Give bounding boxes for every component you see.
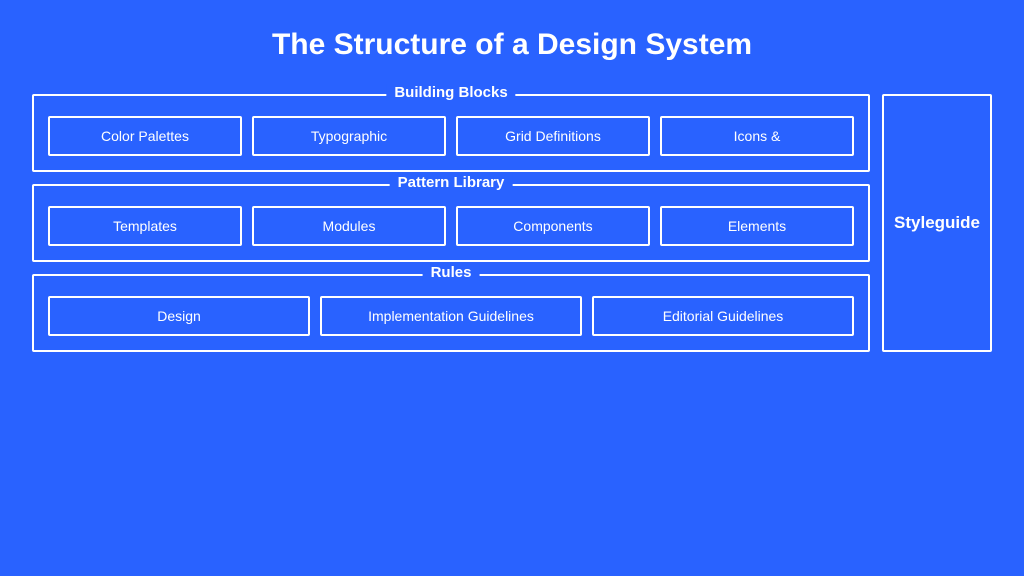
pattern-library-label: Pattern Library [390, 174, 513, 191]
design-item: Design [48, 296, 310, 336]
slide: The Structure of a Design System Buildin… [32, 28, 992, 548]
templates-item: Templates [48, 206, 242, 246]
rules-label: Rules [423, 264, 480, 281]
pattern-library-section: Pattern Library Templates Modules Compon… [32, 184, 870, 262]
building-blocks-label: Building Blocks [386, 84, 515, 101]
components-item: Components [456, 206, 650, 246]
main-title: The Structure of a Design System [272, 28, 752, 62]
content-area: Building Blocks Color Palettes Typograph… [32, 94, 992, 352]
icons-item: Icons & [660, 116, 854, 156]
typographic-item: Typographic [252, 116, 446, 156]
rules-items: Design Implementation Guidelines Editori… [48, 296, 854, 336]
rules-section: Rules Design Implementation Guidelines E… [32, 274, 870, 352]
editorial-guidelines-item: Editorial Guidelines [592, 296, 854, 336]
left-column: Building Blocks Color Palettes Typograph… [32, 94, 870, 352]
building-blocks-section: Building Blocks Color Palettes Typograph… [32, 94, 870, 172]
modules-item: Modules [252, 206, 446, 246]
implementation-guidelines-item: Implementation Guidelines [320, 296, 582, 336]
styleguide-label: Styleguide [894, 213, 980, 233]
pattern-library-items: Templates Modules Components Elements [48, 206, 854, 246]
grid-definitions-item: Grid Definitions [456, 116, 650, 156]
elements-item: Elements [660, 206, 854, 246]
color-palettes-item: Color Palettes [48, 116, 242, 156]
styleguide-box: Styleguide [882, 94, 992, 352]
building-blocks-items: Color Palettes Typographic Grid Definiti… [48, 116, 854, 156]
